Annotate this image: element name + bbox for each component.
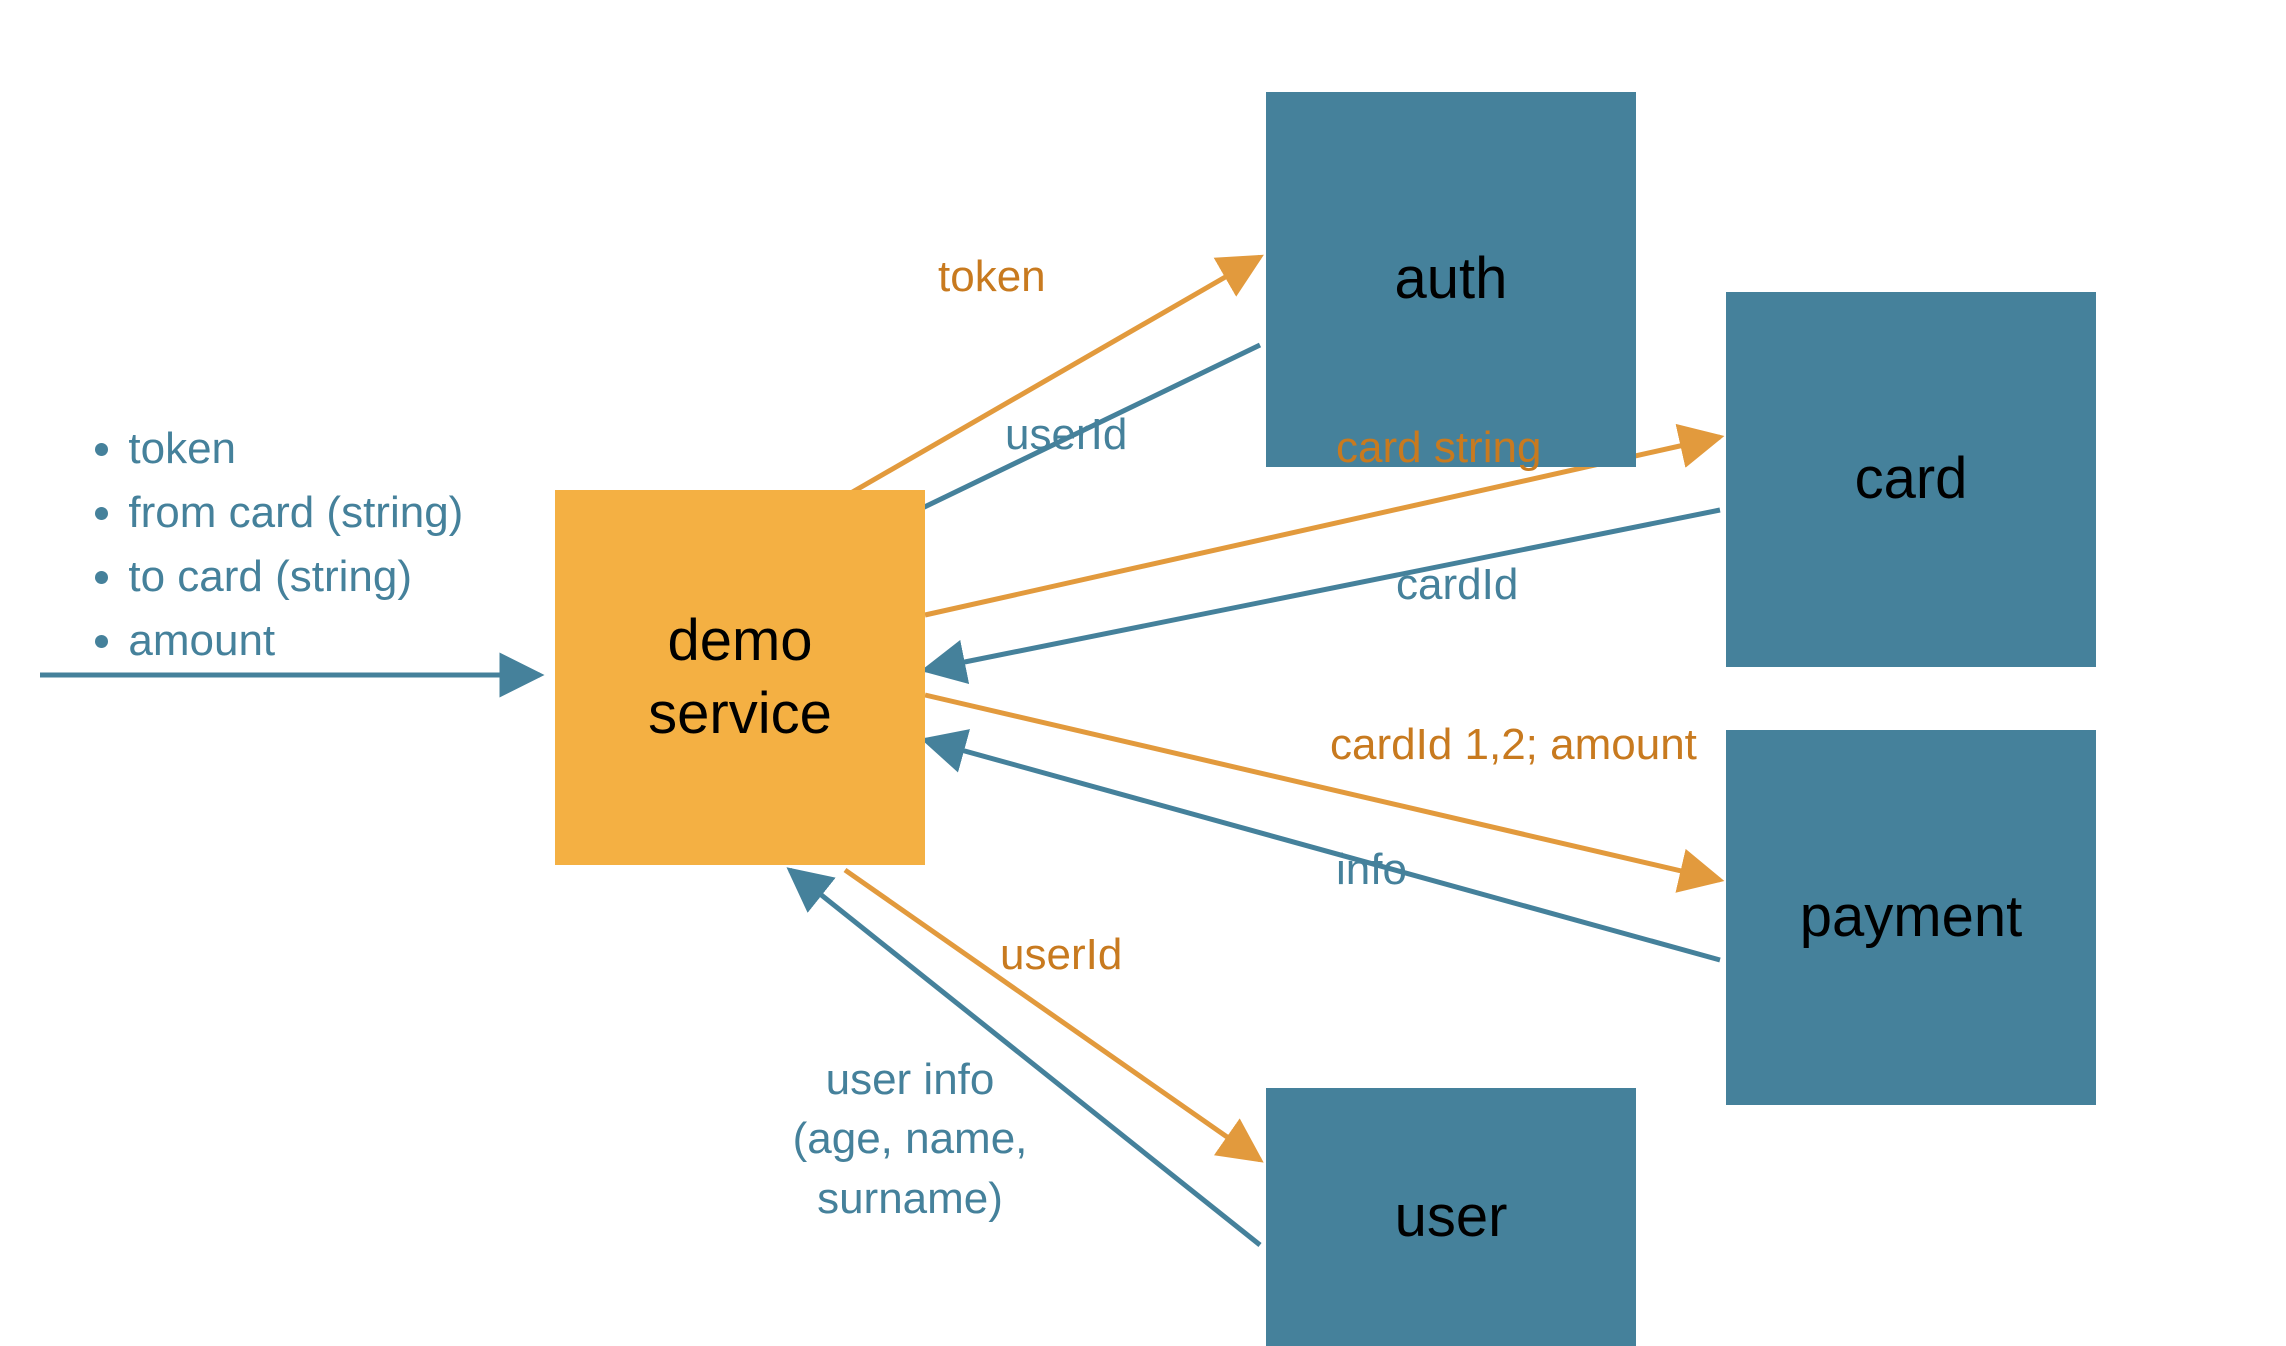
input-param-item: from card (string) [128, 488, 463, 538]
node-payment-label: payment [1800, 881, 2022, 954]
input-param-item: token [128, 424, 463, 474]
node-auth-label: auth [1395, 243, 1508, 316]
node-user-label: user [1395, 1181, 1508, 1254]
node-payment: payment [1726, 730, 2096, 1105]
input-param-item: amount [128, 616, 463, 666]
label-info: info [1336, 845, 1407, 895]
node-card: card [1726, 292, 2096, 667]
label-payment-req: cardId 1,2; amount [1330, 720, 1697, 770]
diagram-canvas: token from card (string) to card (string… [0, 0, 2286, 1346]
node-auth: auth [1266, 92, 1636, 467]
label-card-string: card string [1336, 423, 1541, 473]
label-user-info: user info (age, name, surname) [780, 1050, 1040, 1228]
edge-card-to-demo [925, 510, 1720, 670]
input-params-list: token from card (string) to card (string… [80, 424, 463, 680]
label-userid-user: userId [1000, 930, 1122, 980]
node-demo-label-line2: service [648, 681, 832, 746]
label-cardid: cardId [1396, 560, 1518, 610]
input-param-item: to card (string) [128, 552, 463, 602]
node-demo-label-line1: demo [667, 608, 812, 673]
label-userid-auth: userId [1005, 410, 1127, 460]
node-user: user [1266, 1088, 1636, 1346]
label-token: token [938, 252, 1046, 302]
edge-payment-to-demo [925, 740, 1720, 960]
node-demo-service: demo service [555, 490, 925, 865]
node-card-label: card [1855, 443, 1968, 516]
